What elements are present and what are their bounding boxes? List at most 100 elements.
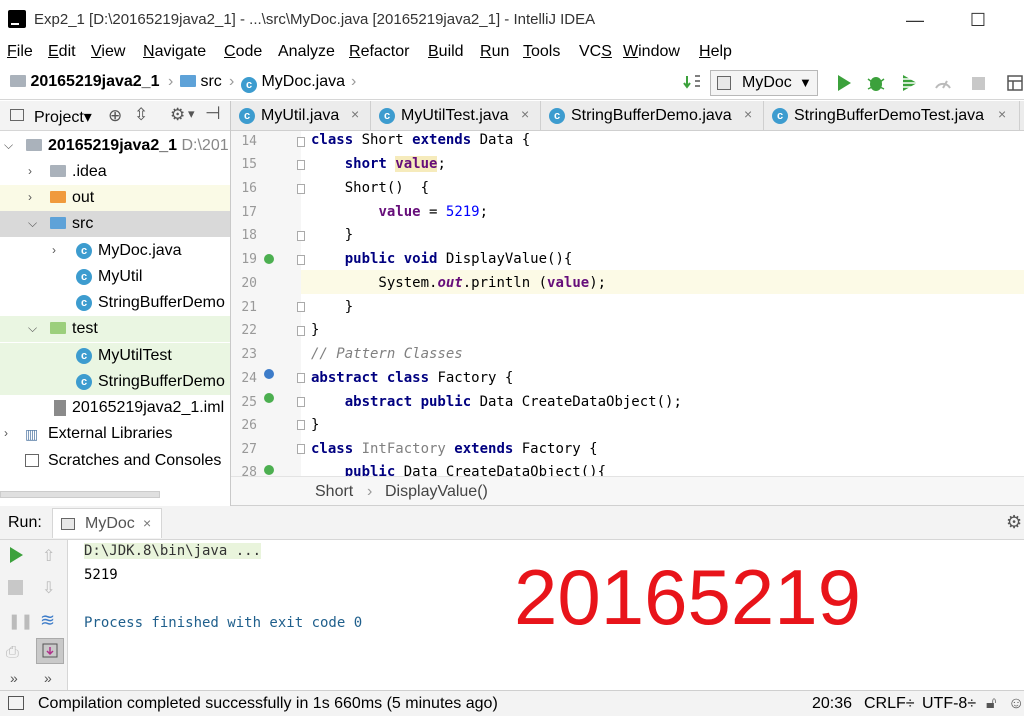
chevron-down-icon[interactable]: ⌵ — [28, 216, 37, 231]
menu-tools[interactable]: Tools — [523, 43, 560, 61]
project-view-select[interactable]: Project▾ — [34, 107, 92, 127]
tab-stringbufferdemo[interactable]: c StringBufferDemo.java × — [541, 101, 764, 131]
toggle-tool-windows-icon[interactable] — [8, 696, 24, 710]
more-icon[interactable]: » — [10, 670, 18, 686]
encoding-select[interactable]: UTF-8÷ — [922, 695, 976, 713]
menu-help[interactable]: Help — [699, 43, 732, 61]
status-message[interactable]: Compilation completed successfully in 1s… — [38, 695, 498, 713]
rerun-icon[interactable] — [8, 546, 24, 568]
minimize-button[interactable]: — — [892, 8, 938, 32]
tree-item-myutil[interactable]: c MyUtil — [0, 264, 230, 290]
tree-item-mydoc[interactable]: › c MyDoc.java — [0, 238, 230, 264]
close-tab-icon[interactable]: × — [351, 106, 359, 122]
caret-position[interactable]: 20:36 — [812, 695, 852, 713]
menu-edit[interactable]: Edit — [48, 43, 76, 61]
tab-myutil[interactable]: c MyUtil.java × — [231, 101, 371, 131]
run-icon[interactable] — [834, 73, 854, 93]
more-icon[interactable]: » — [44, 670, 52, 686]
tree-item-scratches[interactable]: Scratches and Consoles — [0, 448, 230, 474]
menu-file[interactable]: File — [7, 43, 33, 61]
console-output[interactable]: D:\JDK.8\bin\java ... 5219 Process finis… — [68, 540, 1024, 690]
build-arrows-icon[interactable] — [682, 73, 702, 93]
breadcrumb-src[interactable]: src — [180, 73, 222, 91]
fold-marker-icon[interactable] — [297, 255, 305, 265]
collapse-all-icon[interactable]: ⇳ — [134, 105, 148, 125]
console-command-line[interactable]: D:\JDK.8\bin\java ... — [84, 543, 262, 559]
chevron-down-icon[interactable]: ⌵ — [28, 321, 37, 336]
breadcrumb-method[interactable]: DisplayValue() — [385, 483, 488, 501]
menu-navigate[interactable]: Navigate — [143, 43, 206, 61]
chevron-right-icon[interactable]: › — [28, 164, 32, 178]
fold-marker-icon[interactable] — [297, 420, 305, 430]
breadcrumb-class[interactable]: Short — [315, 483, 353, 501]
stop-icon[interactable] — [968, 73, 988, 93]
tree-item-iml[interactable]: 20165219java2_1.iml — [0, 395, 230, 421]
settings-gear-icon[interactable]: ⚙ — [1006, 512, 1022, 533]
camera-icon[interactable]: ⎙ — [6, 644, 19, 662]
horizontal-scrollbar[interactable] — [0, 491, 160, 498]
settings-dropdown-icon[interactable]: ▾ — [188, 106, 195, 122]
overridden-method-icon[interactable] — [264, 369, 274, 379]
chevron-down-icon[interactable]: ⌵ — [4, 138, 13, 153]
tree-item-idea[interactable]: › .idea — [0, 159, 230, 185]
tree-item-out[interactable]: › out — [0, 185, 230, 211]
fold-marker-icon[interactable] — [297, 373, 305, 383]
implemented-method-icon[interactable] — [264, 393, 274, 403]
debug-icon[interactable] — [866, 73, 886, 93]
tree-item-stringbufferdemotest[interactable]: c StringBufferDemo — [0, 369, 230, 395]
fold-marker-icon[interactable] — [297, 184, 305, 194]
soft-wrap-icon[interactable]: ≋ — [40, 610, 55, 631]
implements-method-icon[interactable] — [264, 465, 274, 475]
chevron-right-icon[interactable]: › — [4, 426, 8, 440]
fold-marker-icon[interactable] — [297, 137, 305, 147]
close-tab-icon[interactable]: × — [521, 106, 529, 122]
line-separator-select[interactable]: CRLF÷ — [864, 695, 915, 713]
arrow-up-icon[interactable]: ⇧ — [42, 546, 55, 566]
tab-stringbufferdemotest[interactable]: c StringBufferDemoTest.java × — [764, 101, 1020, 131]
menu-refactor[interactable]: Refactor — [349, 43, 409, 61]
menu-window[interactable]: Window — [623, 43, 680, 61]
tab-myutiltest[interactable]: c MyUtilTest.java × — [371, 101, 541, 131]
fold-marker-icon[interactable] — [297, 444, 305, 454]
fold-marker-icon[interactable] — [297, 302, 305, 312]
menu-code[interactable]: Code — [224, 43, 262, 61]
tree-item-src[interactable]: ⌵ src — [0, 211, 230, 237]
scroll-to-end-icon[interactable] — [36, 638, 64, 664]
tree-item-test[interactable]: ⌵ test — [0, 316, 230, 342]
settings-gear-icon[interactable]: ⚙ — [170, 105, 185, 125]
locate-file-icon[interactable]: ⊕ — [108, 106, 122, 126]
chevron-right-icon[interactable]: › — [28, 190, 32, 204]
menu-view[interactable]: View — [91, 43, 125, 61]
close-tab-icon[interactable]: × — [143, 515, 151, 531]
close-tab-icon[interactable]: × — [998, 106, 1006, 122]
coverage-icon[interactable] — [900, 73, 920, 93]
breadcrumb-project[interactable]: 20165219java2_1 — [10, 73, 159, 91]
tree-item-myutiltest[interactable]: c MyUtilTest — [0, 343, 230, 369]
editor-gutter[interactable]: 14 15 16 17 18 19 20 21 22 23 24 25 26 2… — [231, 131, 301, 476]
maximize-button[interactable]: ☐ — [955, 8, 1001, 32]
tree-item-external-libraries[interactable]: › ▥ External Libraries — [0, 421, 230, 447]
menu-analyze[interactable]: Analyze — [278, 43, 335, 61]
hector-icon[interactable]: ☺ — [1008, 695, 1024, 713]
pause-icon[interactable]: ❚❚ — [8, 612, 33, 630]
fold-marker-icon[interactable] — [297, 160, 305, 170]
menu-vcs[interactable]: VCS — [579, 43, 612, 61]
chevron-right-icon[interactable]: › — [52, 243, 56, 257]
arrow-down-icon[interactable]: ⇩ — [42, 578, 55, 598]
tree-item-project-root[interactable]: ⌵ 20165219java2_1 D:\201 — [0, 133, 230, 159]
tree-item-stringbufferdemo[interactable]: c StringBufferDemo — [0, 290, 230, 316]
code-editor[interactable]: class Short extends Data { short value; … — [301, 131, 1024, 476]
breadcrumb-file[interactable]: c MyDoc.java — [241, 73, 345, 93]
stop-icon[interactable] — [8, 580, 23, 595]
implements-method-icon[interactable] — [264, 254, 274, 264]
menu-run[interactable]: Run — [480, 43, 509, 61]
close-tab-icon[interactable]: × — [744, 106, 752, 122]
run-tab-mydoc[interactable]: MyDoc × — [52, 508, 162, 538]
run-configuration-select[interactable]: MyDoc ▼ — [710, 70, 818, 96]
lock-icon[interactable]: 🔓︎ — [986, 695, 996, 713]
fold-marker-icon[interactable] — [297, 326, 305, 336]
fold-marker-icon[interactable] — [297, 231, 305, 241]
fold-marker-icon[interactable] — [297, 397, 305, 407]
project-structure-icon[interactable] — [1005, 73, 1024, 93]
menu-build[interactable]: Build — [428, 43, 464, 61]
